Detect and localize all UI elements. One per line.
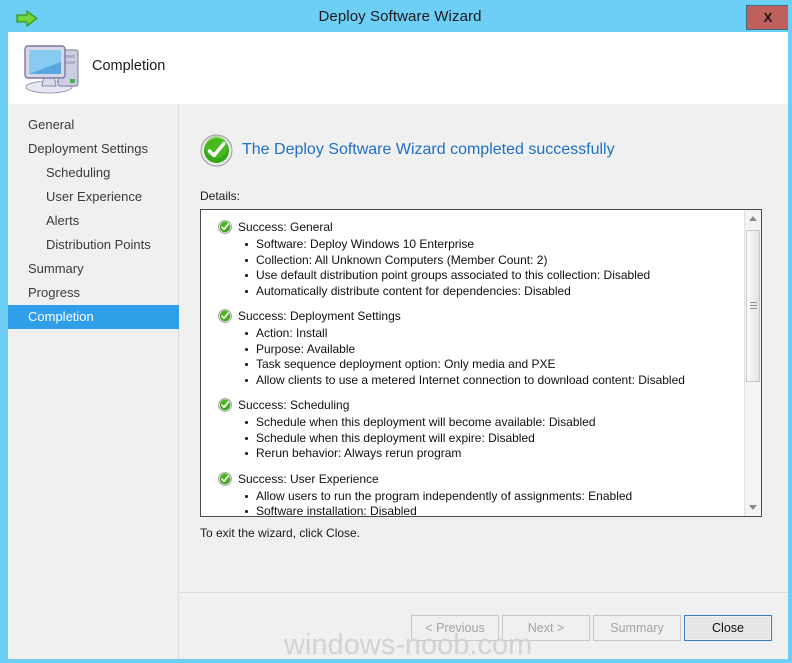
- main-panel: The Deploy Software Wizard completed suc…: [180, 104, 788, 659]
- green-check-icon: [218, 398, 232, 412]
- details-group-items: Action: Install Purpose: Available Task se…: [201, 326, 744, 388]
- close-button[interactable]: Close: [684, 615, 772, 641]
- details-item: Software: Deploy Windows 10 Enterprise: [201, 237, 744, 253]
- sidebar-item-user-experience[interactable]: User Experience: [8, 185, 179, 209]
- details-group-title: Success: Scheduling: [201, 397, 744, 414]
- scroll-up-arrow-icon[interactable]: [745, 210, 761, 227]
- window-title: Deploy Software Wizard: [318, 8, 482, 25]
- green-check-circle-icon: [200, 134, 233, 167]
- details-item: Schedule when this deployment will expir…: [201, 431, 744, 447]
- details-box: Success: General Software: Deploy Windows…: [200, 209, 762, 517]
- window-body: General Deployment Settings Scheduling User…: [8, 104, 788, 659]
- details-group-label: Success: Scheduling: [238, 398, 350, 412]
- sidebar-item-progress[interactable]: Progress: [8, 281, 179, 305]
- details-item: Automatically distribute content for dep…: [201, 284, 744, 300]
- sidebar-item-alerts[interactable]: Alerts: [8, 209, 179, 233]
- details-group: Success: General Software: Deploy Windows…: [201, 219, 744, 299]
- sidebar-item-general[interactable]: General: [8, 113, 179, 137]
- summary-button[interactable]: Summary: [593, 615, 681, 641]
- sidebar-item-completion[interactable]: Completion: [8, 305, 179, 329]
- green-check-icon: [218, 309, 232, 323]
- details-group: Success: Deployment Settings Action: Inst…: [201, 308, 744, 388]
- details-item: Purpose: Available: [201, 342, 744, 358]
- wizard-footer: < Previous Next > Summary Close: [180, 593, 788, 659]
- details-group: Success: User Experience Allow users to r…: [201, 471, 744, 516]
- wizard-steps-list: General Deployment Settings Scheduling User…: [8, 113, 179, 329]
- details-item: Collection: All Unknown Computers (Membe…: [201, 253, 744, 269]
- details-group: Success: Scheduling Schedule when this de…: [201, 397, 744, 462]
- details-group-label: Success: Deployment Settings: [238, 309, 401, 323]
- scroll-down-arrow-icon[interactable]: [745, 499, 761, 516]
- details-list: Success: General Software: Deploy Windows…: [201, 210, 744, 516]
- details-item: Task sequence deployment option: Only me…: [201, 357, 744, 373]
- sidebar-item-deployment-settings[interactable]: Deployment Settings: [8, 137, 179, 161]
- sidebar-item-scheduling[interactable]: Scheduling: [8, 161, 179, 185]
- details-label: Details:: [200, 189, 241, 203]
- details-item: Allow users to run the program independe…: [201, 489, 744, 505]
- next-button[interactable]: Next >: [502, 615, 590, 641]
- details-group-label: Success: General: [238, 220, 333, 234]
- details-group-items: Software: Deploy Windows 10 Enterprise Co…: [201, 237, 744, 299]
- details-item: Use default distribution point groups as…: [201, 268, 744, 284]
- details-group-title: Success: General: [201, 219, 744, 236]
- green-check-icon: [218, 471, 232, 486]
- details-group-label: Success: User Experience: [238, 471, 379, 486]
- details-item: Action: Install: [201, 326, 744, 342]
- details-item: Software installation: Disabled: [201, 504, 744, 516]
- sidebar-item-distribution-points[interactable]: Distribution Points: [8, 233, 179, 257]
- deploy-software-wizard-window: Deploy Software Wizard X Completion Gene…: [0, 0, 792, 663]
- page-title: Completion: [92, 58, 166, 74]
- sidebar-item-summary[interactable]: Summary: [8, 257, 179, 281]
- title-bar: Deploy Software Wizard X: [4, 4, 788, 32]
- wizard-banner: Completion: [8, 32, 788, 104]
- details-group-items: Allow users to run the program independe…: [201, 489, 744, 516]
- details-scrollbar[interactable]: [744, 210, 761, 516]
- exit-instruction: To exit the wizard, click Close.: [200, 526, 361, 540]
- wizard-steps-sidebar: General Deployment Settings Scheduling User…: [8, 104, 179, 659]
- close-window-button[interactable]: X: [746, 5, 788, 30]
- details-item: Rerun behavior: Always rerun program: [201, 446, 744, 462]
- completion-heading: The Deploy Software Wizard completed suc…: [242, 141, 615, 158]
- details-group-title: Success: Deployment Settings: [201, 308, 744, 325]
- green-check-icon: [218, 220, 232, 234]
- computer-icon: [22, 38, 84, 96]
- previous-button[interactable]: < Previous: [411, 615, 499, 641]
- details-item: Allow clients to use a metered Internet …: [201, 373, 744, 389]
- details-group-items: Schedule when this deployment will becom…: [201, 415, 744, 462]
- details-item: Schedule when this deployment will becom…: [201, 415, 744, 431]
- scrollbar-grip-icon: [750, 302, 757, 311]
- details-group-title: Success: User Experience: [201, 471, 744, 488]
- scrollbar-thumb[interactable]: [746, 230, 760, 382]
